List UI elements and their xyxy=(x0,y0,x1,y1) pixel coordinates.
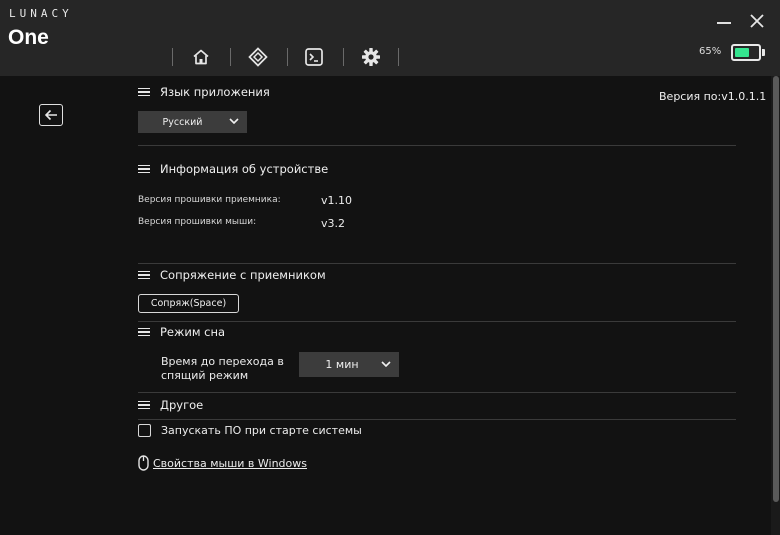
mouse-firmware-value: v3.2 xyxy=(321,217,346,230)
divider xyxy=(138,145,736,146)
receiver-firmware-label: Версия прошивки приемника: xyxy=(138,195,281,205)
nav-separator xyxy=(287,48,288,66)
section-title-text: Другое xyxy=(160,398,204,412)
section-title-text: Информация об устройстве xyxy=(160,162,329,176)
nav-separator xyxy=(172,48,173,66)
sleep-timeout-label-line2: спящий режим xyxy=(161,369,249,382)
section-language-title: Язык приложения xyxy=(138,85,270,99)
close-icon xyxy=(750,14,764,28)
language-select[interactable]: Русский xyxy=(138,111,247,133)
sleep-timeout-select[interactable]: 1 мин xyxy=(299,352,399,377)
nav-terminal-button[interactable] xyxy=(301,44,327,70)
title-bar: LUNACY One 65% xyxy=(0,0,780,76)
close-button[interactable] xyxy=(748,12,766,30)
divider xyxy=(138,263,736,264)
nav-move-button[interactable] xyxy=(245,44,271,70)
battery-tip xyxy=(762,49,765,56)
arrow-left-icon xyxy=(44,109,57,121)
autostart-label: Запускать ПО при старте системы xyxy=(161,424,362,437)
language-select-value: Русский xyxy=(162,116,203,128)
minimize-button[interactable] xyxy=(717,22,731,24)
pair-button[interactable]: Сопряж(Space) xyxy=(138,294,239,313)
battery-percent: 65% xyxy=(699,46,722,57)
home-icon xyxy=(193,49,209,65)
mouse-firmware-label: Версия прошивки мыши: xyxy=(138,217,257,227)
gear-icon xyxy=(362,48,380,66)
back-button[interactable] xyxy=(39,104,63,126)
section-sleep-title: Режим сна xyxy=(138,325,225,339)
divider xyxy=(138,321,736,322)
sleep-timeout-value: 1 мин xyxy=(325,358,359,371)
brand-logo-text: LUNACY xyxy=(9,7,73,20)
nav-separator xyxy=(398,48,399,66)
brand-name: One xyxy=(8,26,49,49)
chevron-down-icon xyxy=(229,118,239,124)
list-icon xyxy=(138,87,150,97)
battery-level-fill xyxy=(735,48,750,57)
list-icon xyxy=(138,327,150,337)
list-icon xyxy=(138,270,150,280)
nav-separator xyxy=(343,48,344,66)
section-title-text: Язык приложения xyxy=(160,85,270,99)
nav-settings-button[interactable] xyxy=(358,44,384,70)
sleep-timeout-label-line1: Время до перехода в xyxy=(161,355,284,368)
section-other-title: Другое xyxy=(138,398,203,412)
section-pairing-title: Сопряжение с приемником xyxy=(138,268,326,282)
mouse-icon xyxy=(138,455,149,471)
software-version: Версия по:v1.0.1.1 xyxy=(659,90,767,103)
diamond-move-icon xyxy=(248,47,268,67)
nav-separator xyxy=(230,48,231,66)
nav-home-button[interactable] xyxy=(188,44,214,70)
divider xyxy=(138,419,736,420)
autostart-checkbox[interactable] xyxy=(138,424,151,437)
section-title-text: Режим сна xyxy=(160,325,226,339)
section-device-title: Информация об устройстве xyxy=(138,162,328,176)
mouse-properties-link-text: Свойства мыши в Windows xyxy=(153,456,307,470)
scrollbar-thumb[interactable] xyxy=(773,76,779,502)
terminal-icon xyxy=(305,48,323,66)
battery-icon xyxy=(731,44,761,61)
sleep-timeout-label: Время до перехода в спящий режим xyxy=(161,355,284,383)
divider xyxy=(138,392,736,393)
receiver-firmware-value: v1.10 xyxy=(321,194,353,207)
list-icon xyxy=(138,164,150,174)
list-icon xyxy=(138,400,150,410)
chevron-down-icon xyxy=(381,360,391,367)
section-title-text: Сопряжение с приемником xyxy=(160,268,326,282)
mouse-properties-link[interactable]: Свойства мыши в Windows xyxy=(138,455,307,471)
